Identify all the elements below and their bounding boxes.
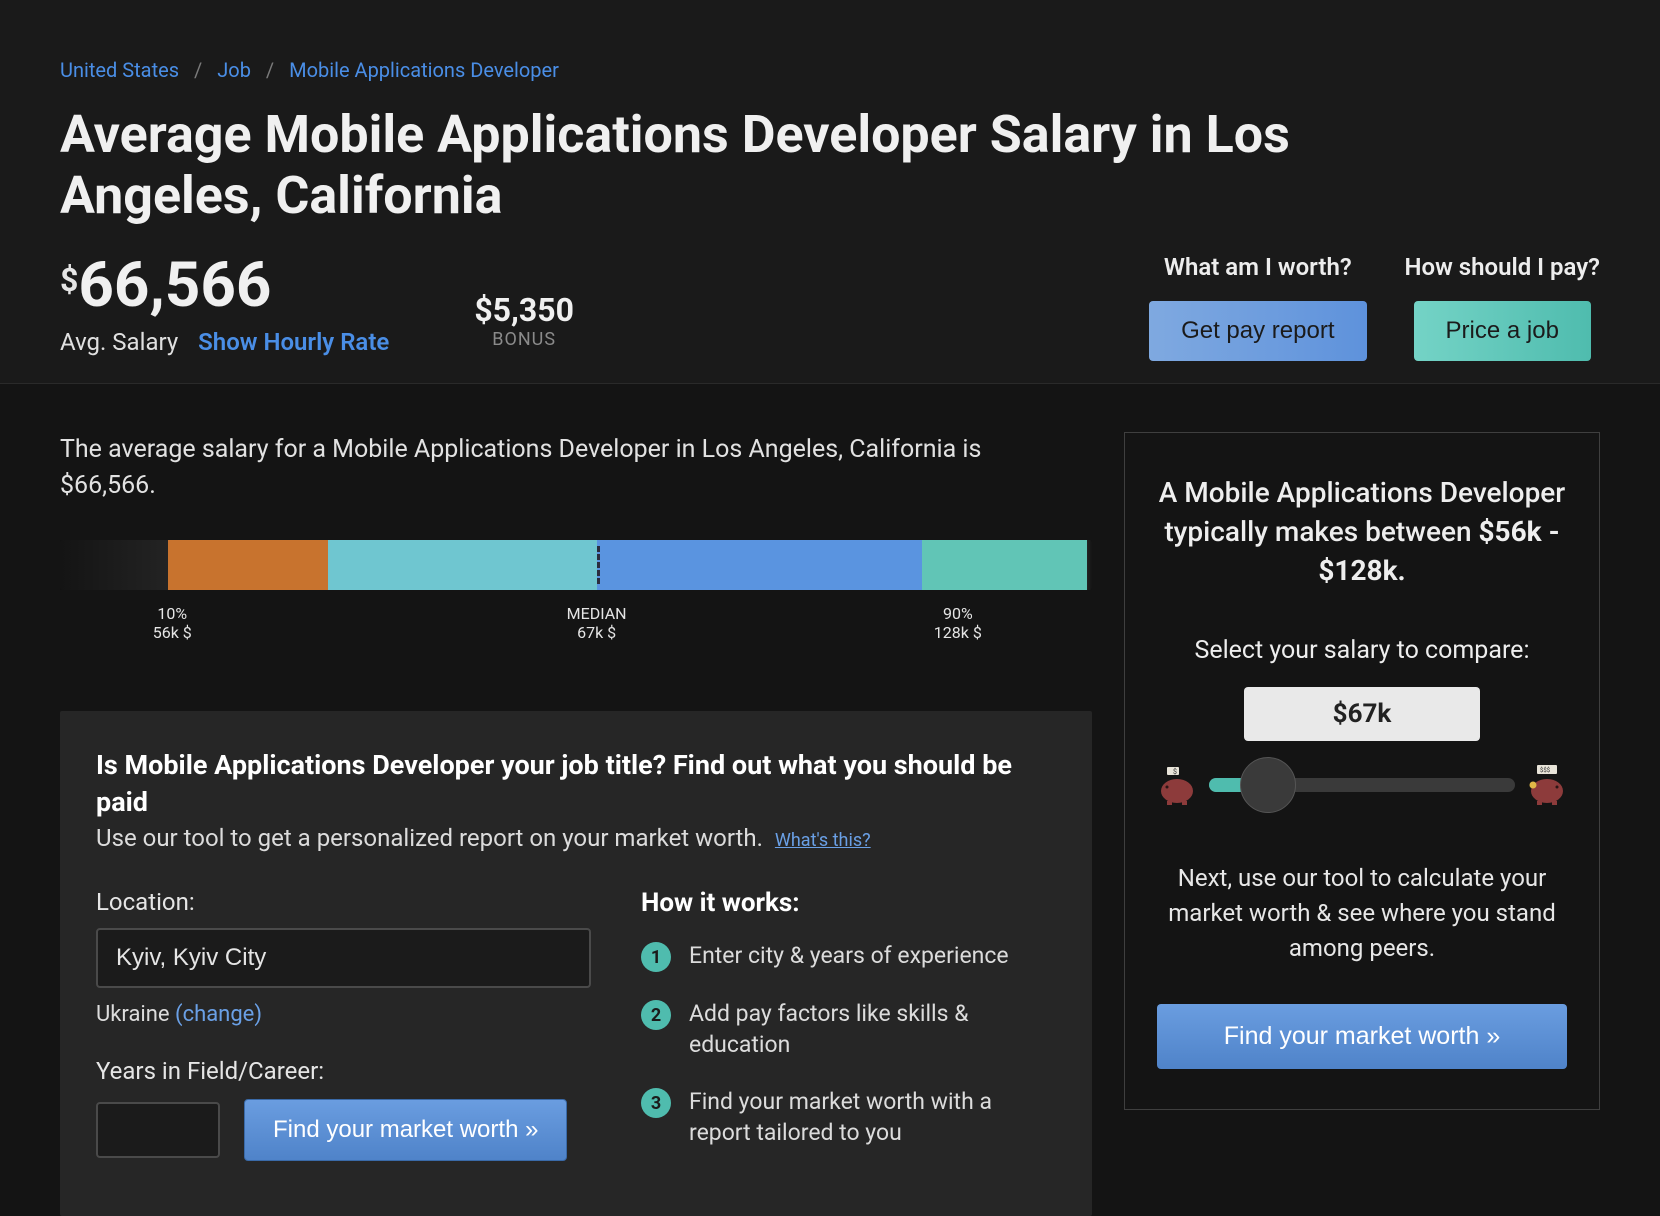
slider-thumb[interactable] (1240, 757, 1296, 813)
salary-slider[interactable] (1209, 778, 1515, 792)
median-label: MEDIAN 67k $ (567, 604, 627, 642)
step-3: 3 Find your market worth with a report t… (641, 1086, 1056, 1148)
average-salary: $66,566 (60, 249, 389, 322)
country-text: Ukraine (96, 1002, 170, 1027)
tool-heading: Is Mobile Applications Developer your jo… (96, 747, 1056, 820)
bonus-block: $5,350 BONUS (474, 291, 574, 356)
years-label: Years in Field/Career: (96, 1057, 591, 1085)
p90-label: 90% 128k $ (934, 604, 982, 642)
years-input[interactable] (96, 1102, 220, 1158)
step-number-icon: 3 (641, 1088, 671, 1118)
salary-pill: $67k (1244, 687, 1480, 741)
tool-subheading: Use our tool to get a personalized repor… (96, 824, 763, 852)
location-label: Location: (96, 888, 591, 916)
percentile-segment-low-mid (328, 540, 596, 590)
sidebar-find-market-worth-button[interactable]: Find your market worth » (1157, 1004, 1567, 1069)
percentile-segment-high (922, 540, 1087, 590)
breadcrumb: United States / Job / Mobile Application… (60, 58, 1600, 82)
percentile-segment-low (168, 540, 328, 590)
breadcrumb-section[interactable]: Job (217, 58, 251, 82)
svg-text:$: $ (1173, 768, 1177, 776)
breadcrumb-country[interactable]: United States (60, 58, 179, 82)
how-it-works-title: How it works: (641, 888, 1056, 918)
whats-this-link[interactable]: What's this? (775, 830, 871, 851)
sidebar-next-text: Next, use our tool to calculate your mar… (1157, 861, 1567, 965)
median-marker (597, 546, 600, 584)
worth-question: What am I worth? (1149, 253, 1366, 281)
step-1: 1 Enter city & years of experience (641, 940, 1056, 972)
salary-compare-sidebar: A Mobile Applications Developer typicall… (1124, 432, 1600, 1110)
market-worth-tool: Is Mobile Applications Developer your jo… (60, 711, 1092, 1216)
sidebar-headline: A Mobile Applications Developer typicall… (1157, 473, 1567, 591)
p10-label: 10% 56k $ (153, 604, 192, 642)
piggy-bank-low-icon: $ (1157, 765, 1197, 805)
salary-distribution-chart (60, 540, 1092, 590)
find-market-worth-button[interactable]: Find your market worth » (244, 1099, 567, 1161)
page-title: Average Mobile Applications Developer Sa… (60, 104, 1440, 227)
step-number-icon: 1 (641, 942, 671, 972)
change-country-link[interactable]: (change) (175, 1002, 262, 1027)
get-pay-report-button[interactable]: Get pay report (1149, 301, 1366, 361)
breadcrumb-job[interactable]: Mobile Applications Developer (289, 58, 559, 82)
svg-text:$$$: $$$ (1540, 767, 1551, 774)
select-salary-label: Select your salary to compare: (1157, 636, 1567, 665)
percentile-segment-mid-high (597, 540, 922, 590)
pay-question: How should I pay? (1405, 253, 1601, 281)
summary-text: The average salary for a Mobile Applicat… (60, 432, 1040, 505)
bonus-amount: $5,350 (474, 291, 574, 329)
show-hourly-link[interactable]: Show Hourly Rate (198, 328, 389, 356)
avg-salary-label: Avg. Salary (60, 328, 178, 356)
price-a-job-button[interactable]: Price a job (1414, 301, 1591, 361)
bonus-label: BONUS (474, 329, 574, 350)
step-2: 2 Add pay factors like skills & educatio… (641, 998, 1056, 1060)
step-number-icon: 2 (641, 1000, 671, 1030)
location-input[interactable] (96, 928, 591, 988)
piggy-bank-high-icon: $$$ (1527, 765, 1567, 805)
